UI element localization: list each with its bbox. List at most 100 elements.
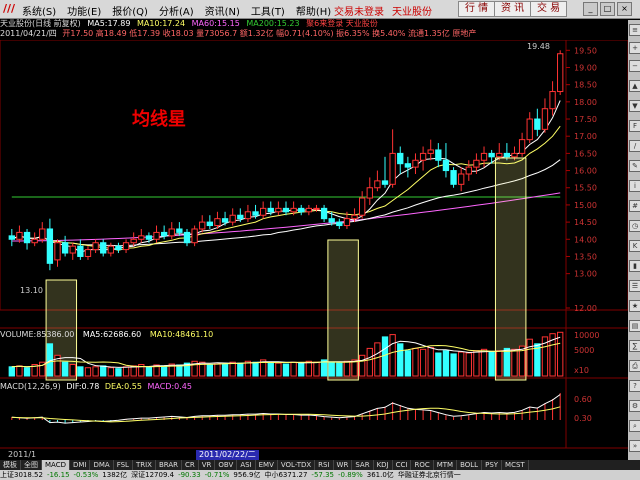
quote-button[interactable]: 行 情 (458, 1, 496, 17)
volume-bar (92, 366, 99, 377)
panel-k-icon[interactable]: K (629, 240, 640, 252)
price-axis-label: 17.00 (574, 132, 597, 141)
panel-info-icon[interactable]: i (629, 180, 640, 192)
price-axis-label: 19.50 (574, 46, 597, 55)
stock-name-link[interactable]: 天业股份 (392, 3, 432, 18)
panel-f10-icon[interactable]: F (629, 120, 640, 132)
indicator-tab-dmi[interactable]: DMI (70, 460, 91, 470)
news-button[interactable]: 资 讯 (494, 1, 532, 17)
menu-system[interactable]: 系统(S) (22, 3, 56, 18)
panel-down-icon[interactable]: ▼ (629, 100, 640, 112)
candle-body (115, 245, 122, 251)
menu-tools[interactable]: 工具(T) (251, 3, 285, 18)
indicator-tab-mcst[interactable]: MCST (502, 460, 529, 470)
candle-body (275, 207, 282, 213)
volume-bar (206, 364, 214, 377)
panel-zoom-in-icon[interactable]: + (629, 42, 640, 54)
indicator-tab-kdj[interactable]: KDJ (374, 460, 393, 470)
indicator-tab-cci[interactable]: CCI (393, 460, 412, 470)
panel-tool-icon[interactable]: ≡ (629, 24, 640, 36)
close-icon[interactable]: × (617, 2, 632, 16)
indicator-tab-asi[interactable]: ASI (237, 460, 256, 470)
status-item: 1382亿 (102, 471, 128, 479)
candle-body (100, 242, 107, 254)
volume-bar (419, 348, 427, 377)
panel-print-icon[interactable]: ⎙ (629, 360, 640, 372)
panel-more-icon[interactable]: » (629, 440, 640, 452)
highlight-box (327, 239, 359, 381)
panel-draw-icon[interactable]: ✎ (629, 160, 640, 172)
indicator-tab-dma[interactable]: DMA (90, 460, 114, 470)
indicator-tab-roc[interactable]: ROC (411, 460, 434, 470)
price-axis-label: 18.00 (574, 98, 597, 107)
volume-bar (381, 336, 389, 377)
indicator-tab-macd[interactable]: MACD (42, 460, 70, 470)
volume-bar (313, 361, 320, 377)
indicator-tab-rsi[interactable]: RSI (315, 460, 334, 470)
candle-body (39, 228, 46, 240)
panel-bar-icon[interactable]: ▮ (629, 260, 640, 272)
panel-settings-icon[interactable]: ⚙ (629, 400, 640, 412)
candle-body (412, 159, 419, 168)
panel-help-icon[interactable]: ? (629, 380, 640, 392)
candle-body (8, 235, 15, 240)
indicator-tab-emv[interactable]: EMV (256, 460, 278, 470)
volume-bar (427, 346, 434, 377)
panel-star-icon[interactable]: ★ (629, 300, 640, 312)
candle-body (427, 149, 434, 154)
menu-bar: /// 系统(S) 功能(E) 报价(Q) 分析(A) 资讯(N) 工具(T) … (0, 0, 640, 19)
volume-bar (69, 364, 76, 377)
stock-chart[interactable]: 19.50 19.00 18.50 18.00 17.50 17.00 16.50 16.00… (0, 40, 628, 460)
candle-body (160, 231, 168, 237)
candle-body (374, 180, 381, 189)
indicator-tab-trix[interactable]: TRIX (133, 460, 156, 470)
menu-help[interactable]: 帮助(H) (296, 3, 331, 18)
panel-grid-icon[interactable]: # (629, 200, 640, 212)
volume-bar (107, 367, 114, 377)
volume-axis-label: 10000 (574, 331, 599, 340)
volume-bar (358, 354, 366, 377)
panel-calc-icon[interactable]: ∑ (629, 340, 640, 352)
candle-body (526, 118, 533, 141)
indicator-tab-psy[interactable]: PSY (482, 460, 503, 470)
maximize-icon[interactable]: □ (600, 2, 615, 16)
volume-bar (435, 352, 442, 377)
candle-body (389, 152, 396, 185)
indicator-tab-模板[interactable]: 模板 (0, 460, 21, 470)
candle-body (328, 218, 335, 223)
candle-body (488, 152, 495, 158)
indicator-tab-brar[interactable]: BRAR (156, 460, 182, 470)
indicator-tab-vr[interactable]: VR (199, 460, 216, 470)
candle-body (92, 242, 99, 251)
panel-line-icon[interactable]: / (629, 140, 640, 152)
minimize-icon[interactable]: _ (583, 2, 598, 16)
panel-book-icon[interactable]: ▤ (629, 320, 640, 332)
panel-zoom-out-icon[interactable]: − (629, 60, 640, 72)
menu-function[interactable]: 功能(E) (67, 3, 101, 18)
panel-up-icon[interactable]: ▲ (629, 80, 640, 92)
menu-news[interactable]: 资讯(N) (205, 3, 240, 18)
menu-analysis[interactable]: 分析(A) (159, 3, 194, 18)
trade-login-link[interactable]: 交易未登录 (334, 3, 384, 18)
trade-button[interactable]: 交 易 (530, 1, 568, 17)
volume-bar (160, 365, 168, 377)
indicator-tab-全图[interactable]: 全图 (21, 460, 42, 470)
indicator-tab-boll[interactable]: BOLL (457, 460, 483, 470)
panel-time-icon[interactable]: ◷ (629, 220, 640, 232)
indicator-tab-cr[interactable]: CR (182, 460, 199, 470)
volume-bar (8, 366, 15, 377)
indicator-tab-sar[interactable]: SAR (352, 460, 374, 470)
panel-search-icon[interactable]: ⌕ (629, 420, 640, 432)
indicator-tab-fsl[interactable]: FSL (114, 460, 133, 470)
volume-bar (252, 361, 259, 377)
panel-list-icon[interactable]: ☰ (629, 280, 640, 292)
indicator-tab-obv[interactable]: OBV (215, 460, 238, 470)
indicator-tab-wr[interactable]: WR (334, 460, 353, 470)
indicator-tab-mtm[interactable]: MTM (434, 460, 458, 470)
volume-bar (389, 334, 396, 377)
candle-body (69, 245, 76, 254)
volume-bar (267, 361, 274, 377)
bar-date: 2011/04/21/四 (0, 29, 57, 38)
menu-quote[interactable]: 报价(Q) (112, 3, 148, 18)
indicator-tab-voltdx[interactable]: VOL-TDX (278, 460, 316, 470)
